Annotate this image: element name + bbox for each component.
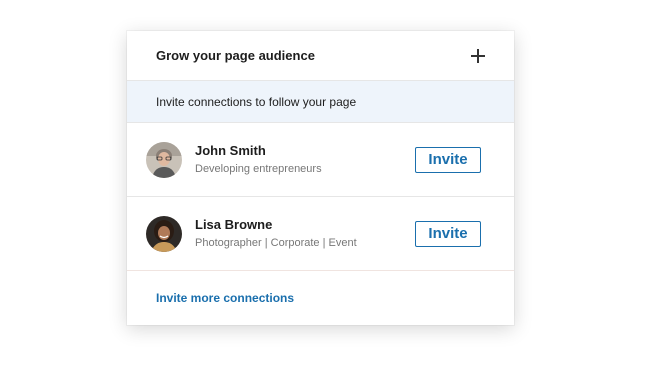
plus-icon[interactable]	[471, 48, 485, 63]
person-headline: Developing entrepreneurs	[195, 162, 322, 175]
grow-audience-card: Grow your page audience Invite connectio…	[127, 31, 514, 325]
person-name: Lisa Browne	[195, 216, 273, 232]
card-subtitle: Invite connections to follow your page	[127, 81, 514, 123]
card-header: Grow your page audience	[127, 31, 514, 81]
avatar	[146, 141, 182, 178]
invite-more-link[interactable]: Invite more connections	[156, 291, 294, 305]
invite-button[interactable]: Invite	[415, 146, 481, 173]
connection-row: John Smith Developing entrepreneurs Invi…	[127, 123, 514, 197]
card-footer: Invite more connections	[127, 271, 514, 324]
person-info: Lisa Browne Photographer | Corporate | E…	[195, 216, 415, 252]
card-title: Grow your page audience	[156, 48, 315, 63]
person-info: John Smith Developing entrepreneurs	[195, 142, 415, 178]
invite-button[interactable]: Invite	[415, 220, 481, 247]
person-headline: Photographer | Corporate | Event	[195, 236, 357, 249]
connection-row: Lisa Browne Photographer | Corporate | E…	[127, 197, 514, 271]
person-name: John Smith	[195, 142, 266, 158]
avatar	[146, 215, 182, 252]
